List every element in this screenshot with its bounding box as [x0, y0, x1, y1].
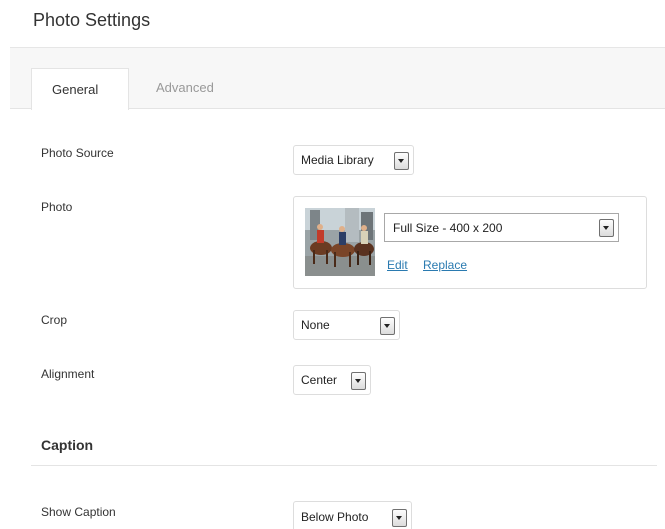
tab-general[interactable]: General	[31, 68, 129, 110]
chevron-down-icon	[351, 372, 366, 390]
photo-source-label: Photo Source	[41, 146, 114, 160]
edit-photo-link[interactable]: Edit	[387, 258, 408, 272]
show-caption-label: Show Caption	[41, 505, 116, 519]
chevron-down-icon	[394, 152, 409, 170]
photo-size-value: Full Size - 400 x 200	[393, 221, 503, 235]
panel-header: Photo Settings	[0, 0, 665, 47]
photo-source-value: Media Library	[301, 153, 374, 167]
photo-settings-panel: Photo Settings General Advanced Photo So…	[0, 0, 665, 529]
crop-select[interactable]: None	[293, 310, 400, 340]
photo-size-select[interactable]: Full Size - 400 x 200	[384, 213, 619, 242]
chevron-down-icon	[380, 317, 395, 335]
horse-riders-image	[305, 208, 375, 276]
tab-advanced[interactable]: Advanced	[156, 68, 236, 110]
alignment-label: Alignment	[41, 367, 95, 381]
photo-picker: Full Size - 400 x 200 Edit Replace	[293, 196, 647, 289]
show-caption-value: Below Photo	[301, 510, 369, 524]
photo-source-select[interactable]: Media Library	[293, 145, 414, 175]
alignment-select[interactable]: Center	[293, 365, 371, 395]
crop-value: None	[301, 318, 330, 332]
show-caption-select[interactable]: Below Photo	[293, 501, 412, 529]
chevron-down-icon	[599, 219, 614, 237]
tab-advanced-label: Advanced	[156, 80, 214, 95]
alignment-value: Center	[301, 373, 338, 387]
tab-bar: General Advanced	[10, 47, 665, 110]
chevron-down-icon	[392, 509, 407, 527]
tab-general-label: General	[52, 82, 99, 97]
page-title: Photo Settings	[33, 10, 151, 30]
photo-label: Photo	[41, 200, 73, 214]
section-divider	[31, 465, 657, 466]
caption-section-title: Caption	[41, 437, 94, 453]
photo-thumbnail	[305, 208, 375, 276]
replace-photo-link[interactable]: Replace	[423, 258, 467, 272]
crop-label: Crop	[41, 313, 68, 327]
